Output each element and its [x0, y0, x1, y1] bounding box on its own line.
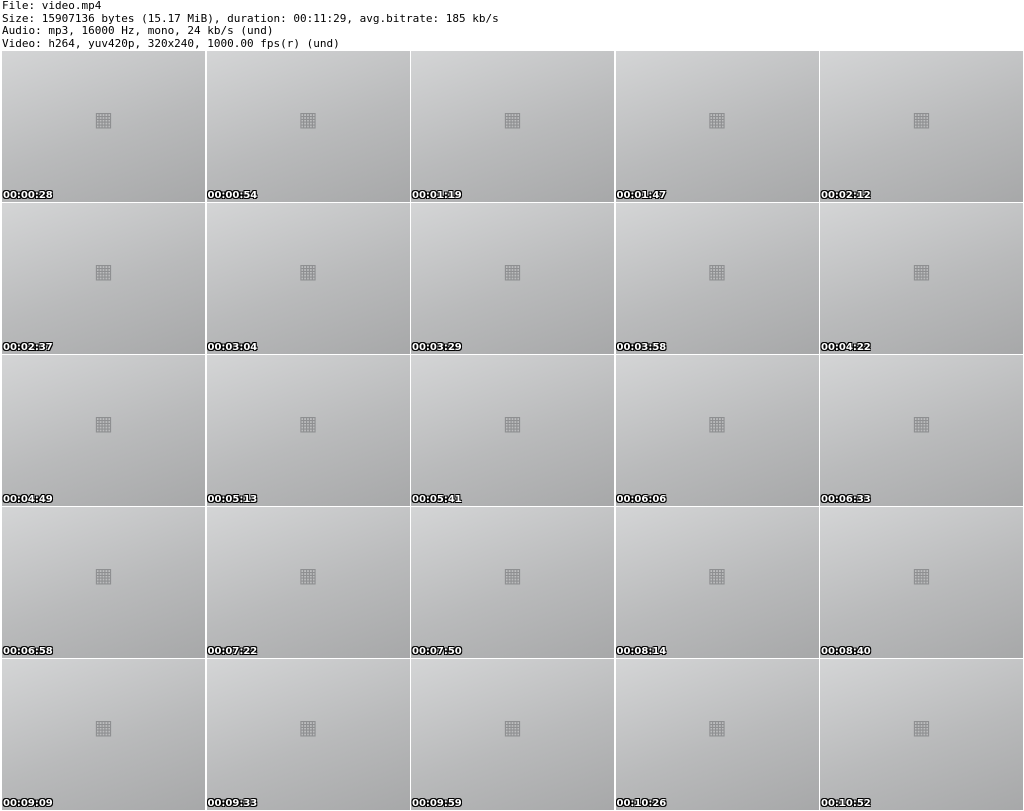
frame-timestamp: 00:02:37 — [3, 342, 53, 353]
frame-timestamp: 00:08:14 — [616, 646, 667, 657]
film-frame-icon: ▦ — [912, 410, 931, 435]
frame-timestamp: 00:03:29 — [412, 342, 462, 353]
video-frame-thumbnail: ▦ 00:10:52 — [820, 659, 1023, 810]
file-info-header: File: video.mp4 Size: 15907136 bytes (15… — [2, 0, 1020, 50]
frame-timestamp: 00:02:12 — [821, 190, 871, 201]
frame-timestamp: 00:05:41 — [412, 494, 462, 505]
video-frame-thumbnail: ▦ 00:05:13 — [206, 355, 410, 506]
video-info-line: Video: h264, yuv420p, 320x240, 1000.00 f… — [2, 36, 340, 50]
file-name-line: File: video.mp4 — [2, 0, 102, 12]
video-frame-thumbnail: ▦ 00:04:22 — [820, 203, 1023, 354]
frame-timestamp: 00:03:58 — [616, 342, 667, 353]
video-frame-thumbnail: ▦ 00:06:33 — [820, 355, 1023, 506]
video-frame-thumbnail: ▦ 00:09:09 — [2, 659, 205, 810]
film-frame-icon: ▦ — [298, 714, 318, 739]
frame-timestamp: 00:07:22 — [207, 646, 258, 657]
film-frame-icon: ▦ — [94, 258, 113, 283]
film-frame-icon: ▦ — [94, 714, 113, 739]
frame-timestamp: 00:09:59 — [412, 798, 462, 809]
frame-timestamp: 00:10:52 — [821, 798, 871, 809]
video-frame-thumbnail: ▦ 00:03:29 — [411, 203, 614, 354]
film-frame-icon: ▦ — [503, 106, 522, 131]
video-frame-thumbnail: ▦ 00:08:14 — [615, 507, 819, 658]
film-frame-icon: ▦ — [298, 258, 318, 283]
video-frame-thumbnail: ▦ 00:02:37 — [2, 203, 205, 354]
video-frame-thumbnail: ▦ 00:05:41 — [411, 355, 614, 506]
frame-timestamp: 00:05:13 — [207, 494, 258, 505]
video-frame-thumbnail: ▦ 00:08:40 — [820, 507, 1023, 658]
video-frame-thumbnail: ▦ 00:02:12 — [820, 51, 1023, 202]
film-frame-icon: ▦ — [912, 258, 931, 283]
frame-timestamp: 00:03:04 — [207, 342, 258, 353]
video-frame-thumbnail: ▦ 00:10:26 — [615, 659, 819, 810]
video-frame-thumbnail: ▦ 00:06:06 — [615, 355, 819, 506]
frame-timestamp: 00:06:58 — [3, 646, 53, 657]
video-frame-thumbnail: ▦ 00:00:54 — [206, 51, 410, 202]
frame-timestamp: 00:04:22 — [821, 342, 871, 353]
film-frame-icon: ▦ — [503, 410, 522, 435]
video-frame-thumbnail: ▦ 00:01:47 — [615, 51, 819, 202]
film-frame-icon: ▦ — [94, 410, 113, 435]
film-frame-icon: ▦ — [912, 106, 931, 131]
frame-timestamp: 00:08:40 — [821, 646, 871, 657]
film-frame-icon: ▦ — [94, 106, 113, 131]
video-frame-thumbnail: ▦ 00:09:33 — [206, 659, 410, 810]
audio-info-line: Audio: mp3, 16000 Hz, mono, 24 kb/s (und… — [2, 24, 274, 37]
frame-timestamp: 00:06:06 — [616, 494, 667, 505]
film-frame-icon: ▦ — [503, 562, 522, 587]
film-frame-icon: ▦ — [707, 562, 727, 587]
frame-timestamp: 00:10:26 — [616, 798, 667, 809]
film-frame-icon: ▦ — [298, 562, 318, 587]
video-frame-thumbnail: ▦ 00:09:59 — [411, 659, 614, 810]
film-frame-icon: ▦ — [912, 562, 931, 587]
video-frame-thumbnail: ▦ 00:07:50 — [411, 507, 614, 658]
frame-timestamp: 00:01:19 — [412, 190, 462, 201]
film-frame-icon: ▦ — [707, 106, 727, 131]
film-frame-icon: ▦ — [503, 258, 522, 283]
frame-timestamp: 00:00:54 — [207, 190, 258, 201]
video-frame-thumbnail: ▦ 00:01:19 — [411, 51, 614, 202]
film-frame-icon: ▦ — [298, 106, 318, 131]
frame-timestamp: 00:01:47 — [616, 190, 667, 201]
video-frame-thumbnail: ▦ 00:06:58 — [2, 507, 205, 658]
film-frame-icon: ▦ — [707, 410, 727, 435]
video-frame-thumbnail: ▦ 00:00:28 — [2, 51, 205, 202]
frame-timestamp: 00:04:49 — [3, 494, 53, 505]
frame-timestamp: 00:06:33 — [821, 494, 871, 505]
video-frame-thumbnail: ▦ 00:03:04 — [206, 203, 410, 354]
film-frame-icon: ▦ — [503, 714, 522, 739]
video-frame-thumbnail: ▦ 00:03:58 — [615, 203, 819, 354]
film-frame-icon: ▦ — [94, 562, 113, 587]
frame-timestamp: 00:09:33 — [207, 798, 258, 809]
thumbnail-grid: ▦ 00:00:28 ▦ 00:00:54 ▦ 00:01:19 ▦ 00:01:47 ▦ 00:… — [2, 51, 1023, 811]
video-frame-thumbnail: ▦ 00:07:22 — [206, 507, 410, 658]
film-frame-icon: ▦ — [298, 410, 318, 435]
film-frame-icon: ▦ — [912, 714, 931, 739]
frame-timestamp: 00:07:50 — [412, 646, 462, 657]
film-frame-icon: ▦ — [707, 714, 727, 739]
film-frame-icon: ▦ — [707, 258, 727, 283]
frame-timestamp: 00:00:28 — [3, 190, 53, 201]
frame-timestamp: 00:09:09 — [3, 798, 53, 809]
video-frame-thumbnail: ▦ 00:04:49 — [2, 355, 205, 506]
